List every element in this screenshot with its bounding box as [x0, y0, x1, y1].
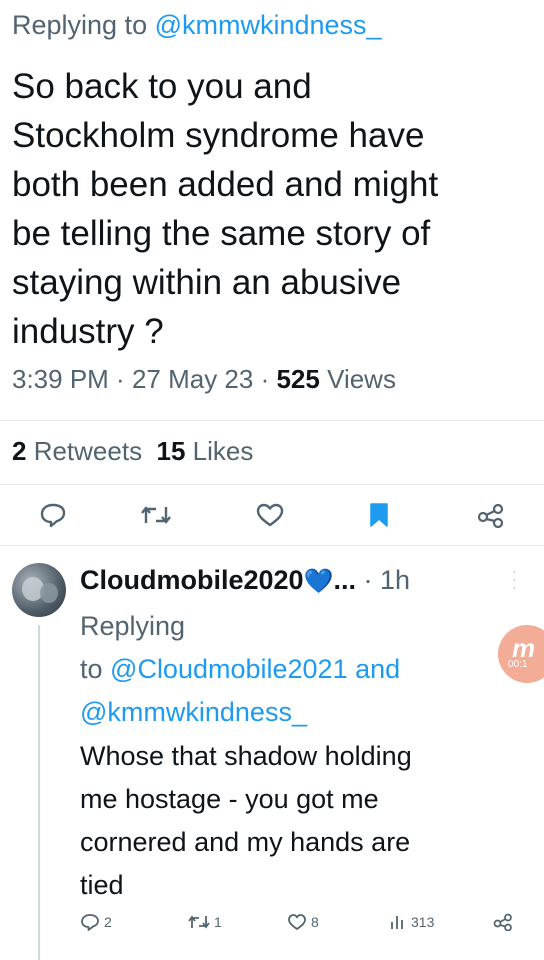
like-button[interactable]: [252, 500, 288, 530]
reply-retweet-button[interactable]: 1: [188, 913, 222, 931]
name-ellipsis: ...: [333, 565, 356, 595]
reply-icon: [40, 503, 66, 528]
views-chart-icon: [391, 916, 403, 929]
reply-views-button[interactable]: 313: [389, 913, 434, 931]
retweet-button[interactable]: [137, 500, 175, 530]
reply-retweet-count: 1: [214, 914, 222, 930]
tweet-text-line: both been added and might: [12, 165, 439, 204]
blue-heart-icon: 💙: [303, 568, 334, 595]
replying-to-prefix: Replying to: [12, 10, 155, 40]
views-label: Views: [319, 364, 396, 394]
reply-text-line: cornered and my hands are: [80, 827, 411, 857]
tweet-stats: 2 Retweets 15 Likes: [12, 436, 253, 467]
share-icon: [493, 913, 512, 931]
divider: [0, 484, 544, 485]
tweet-date[interactable]: 27 May 23: [132, 364, 253, 394]
likes-count: 15: [156, 436, 186, 466]
meta-separator: ·: [253, 364, 277, 394]
avatar[interactable]: [12, 563, 66, 617]
reply-icon: [81, 914, 99, 931]
tweet-text: So back to you and Stockholm syndrome ha…: [12, 62, 532, 356]
replying-label: Replying: [80, 611, 186, 641]
reply-tweet[interactable]: Cloudmobile2020💙... · 1h · · · Replying to…: [0, 545, 544, 960]
replying-handle-link[interactable]: @kmmwkindness_: [80, 697, 307, 727]
reply-reply-button[interactable]: 2: [80, 913, 112, 931]
reply-text-line: tied: [80, 870, 124, 900]
badge-timer: 00:1: [508, 659, 528, 670]
thread-line: [38, 625, 40, 960]
bookmark-icon: [370, 503, 388, 527]
tweet-time[interactable]: 3:39 PM: [12, 364, 109, 394]
reply-author-name[interactable]: Cloudmobile2020: [80, 565, 304, 595]
share-icon: [477, 503, 504, 528]
like-icon: [256, 503, 284, 527]
reply-count: 2: [104, 914, 112, 930]
reply-replying-to: Replying to @Cloudmobile2021 and @kmmwki…: [80, 605, 400, 734]
reply-like-count: 8: [311, 914, 319, 930]
bookmark-button[interactable]: [364, 500, 394, 530]
reply-like-button[interactable]: 8: [287, 913, 319, 931]
replying-handle-link[interactable]: @Cloudmobile2021: [110, 654, 348, 684]
replying-and: and: [347, 654, 401, 684]
reply-action-bar: 2 1 8 313: [80, 909, 520, 939]
reply-share-button[interactable]: [493, 913, 513, 931]
reply-button[interactable]: [36, 500, 70, 530]
retweet-icon: [188, 915, 210, 929]
like-icon: [288, 914, 306, 930]
tweet-text-line: So back to you and: [12, 67, 312, 106]
more-options-icon[interactable]: · · ·: [512, 564, 517, 594]
reply-text-line: me hostage - you got me: [80, 784, 379, 814]
share-button[interactable]: [474, 500, 508, 530]
tweet-text-line: Stockholm syndrome have: [12, 116, 425, 155]
tweet-text-line: industry ?: [12, 312, 164, 351]
avatar-image: [40, 583, 58, 603]
reply-views-count: 313: [411, 914, 435, 930]
divider: [0, 420, 544, 421]
likes-stat[interactable]: 15 Likes: [157, 436, 254, 466]
retweets-label: Retweets: [26, 436, 143, 466]
reply-text: Whose that shadow holding me hostage - y…: [80, 735, 520, 907]
replying-to-handle-link[interactable]: @kmmwkindness_: [155, 10, 382, 40]
reply-header: Cloudmobile2020💙... · 1h: [80, 565, 410, 596]
views-count: 525: [276, 364, 320, 394]
retweets-stat[interactable]: 2 Retweets: [12, 436, 142, 466]
meta-separator: ·: [108, 364, 132, 394]
replying-to-word: to: [80, 654, 111, 684]
retweet-icon: [141, 506, 171, 524]
reply-time[interactable]: · 1h: [356, 565, 410, 595]
likes-label: Likes: [185, 436, 254, 466]
tweet-meta: 3:39 PM · 27 May 23 · 525 Views: [12, 364, 396, 395]
tweet-text-line: be telling the same story of: [12, 214, 431, 253]
retweets-count: 2: [12, 436, 27, 466]
replying-to-line: Replying to @kmmwkindness_: [12, 10, 382, 41]
tweet-text-line: staying within an abusive: [12, 263, 402, 302]
reply-text-line: Whose that shadow holding: [80, 741, 412, 771]
